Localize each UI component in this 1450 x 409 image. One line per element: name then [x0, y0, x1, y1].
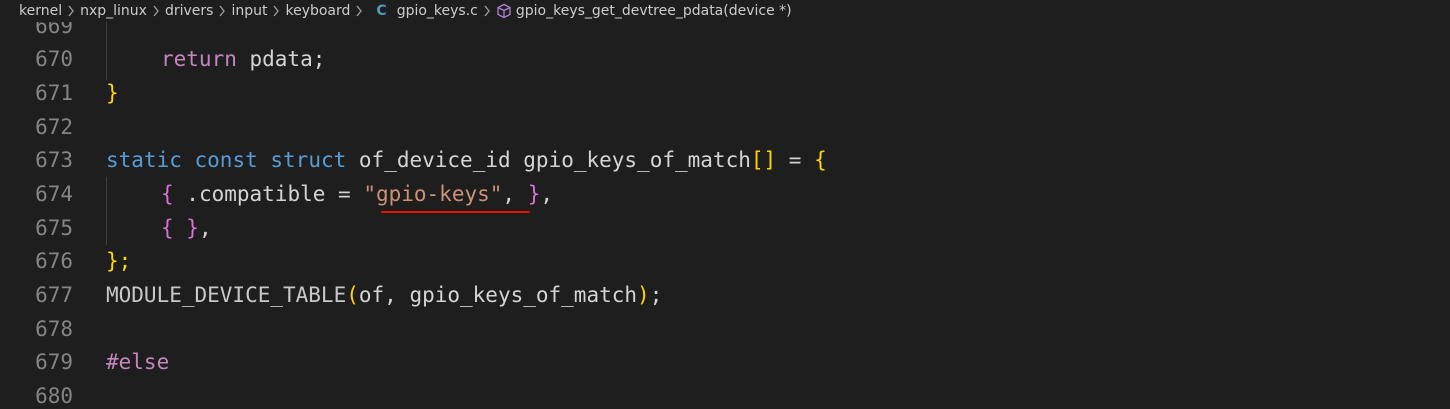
- breadcrumb-item-drivers[interactable]: drivers: [165, 3, 213, 19]
- line-number: 675: [35, 216, 73, 240]
- comma: ,: [502, 182, 528, 206]
- line-number: 676: [35, 249, 73, 273]
- line-number: 674: [35, 182, 73, 206]
- line-number: 678: [35, 317, 73, 341]
- code-line-677[interactable]: 677 MODULE_DEVICE_TABLE(of, gpio_keys_of…: [0, 278, 1450, 312]
- code-text: MODULE_DEVICE_TABLE(of, gpio_keys_of_mat…: [106, 278, 662, 312]
- breadcrumb-item-file[interactable]: gpio_keys.c: [397, 3, 478, 19]
- code-text: { .compatible = "gpio-keys", },: [161, 177, 553, 211]
- code-text: return pdata;: [161, 42, 325, 76]
- code-line-680[interactable]: 680: [0, 379, 1450, 409]
- chevron-right-icon: [67, 5, 75, 17]
- code-line-675[interactable]: 675 { },: [0, 211, 1450, 245]
- line-number: 673: [35, 148, 73, 172]
- keyword-const: const: [194, 148, 258, 172]
- cube-icon: [496, 3, 512, 19]
- opening-brace: {: [814, 148, 827, 172]
- chevron-right-icon: [218, 5, 226, 17]
- code-text: #else: [106, 345, 169, 379]
- code-line-672[interactable]: 672: [0, 110, 1450, 144]
- field-assignment: .compatible =: [173, 182, 364, 206]
- line-number: 670: [35, 47, 73, 71]
- code-line-674[interactable]: 674 { .compatible = "gpio-keys", },: [0, 177, 1450, 211]
- line-number: 672: [35, 115, 73, 139]
- breadcrumb-item-kernel[interactable]: kernel: [19, 3, 62, 19]
- chevron-right-icon: [483, 5, 491, 17]
- keyword-static: static: [106, 148, 182, 172]
- closing-brace: }: [527, 182, 541, 206]
- opening-brace: {: [161, 216, 174, 240]
- open-paren: (: [346, 283, 359, 307]
- keyword-return: return: [161, 47, 237, 71]
- c-file-icon: C: [376, 3, 387, 19]
- code-text: { },: [161, 211, 212, 245]
- preprocessor-directive: #else: [106, 350, 170, 374]
- code-line-676[interactable]: 676 };: [0, 244, 1450, 278]
- editor-window: 669 670 return pdata; 671 } 672 673 stat…: [0, 0, 1450, 409]
- macro-name: MODULE_DEVICE_TABLE: [106, 283, 347, 307]
- code-line-678[interactable]: 678: [0, 312, 1450, 346]
- assign-operator: =: [776, 148, 815, 172]
- chevron-right-icon: [152, 5, 160, 17]
- line-number: 671: [35, 81, 73, 105]
- macro-args: of, gpio_keys_of_match: [358, 283, 638, 307]
- variable-name: gpio_keys_of_match: [523, 148, 751, 172]
- breadcrumb-item-input[interactable]: input: [231, 3, 267, 19]
- code-text: }: [106, 76, 119, 110]
- code-line-679[interactable]: 679 #else: [0, 345, 1450, 379]
- breadcrumb: kernel nxp_linux drivers input keyboard …: [0, 0, 1450, 22]
- opening-brace: {: [161, 182, 174, 206]
- line-number: 677: [35, 283, 73, 307]
- closing-brace: }: [173, 216, 199, 240]
- comma: ,: [540, 182, 553, 206]
- code-text: };: [106, 244, 131, 278]
- closing-brace: }: [106, 81, 119, 105]
- chevron-right-icon: [272, 5, 280, 17]
- close-paren: ): [637, 283, 650, 307]
- array-brackets: []: [750, 148, 777, 172]
- keyword-struct: struct: [270, 148, 347, 172]
- semicolon: ;: [649, 283, 663, 307]
- closing-brace: };: [106, 249, 132, 273]
- code-editor[interactable]: 669 670 return pdata; 671 } 672 673 stat…: [0, 0, 1450, 409]
- code-identifier: pdata;: [236, 47, 326, 71]
- string-literal: "gpio-keys": [363, 182, 503, 206]
- line-number: 679: [35, 350, 73, 374]
- code-line-670[interactable]: 670 return pdata;: [0, 42, 1450, 76]
- comma: ,: [198, 216, 212, 240]
- breadcrumb-item-nxp-linux[interactable]: nxp_linux: [80, 3, 147, 19]
- chevron-right-icon: [355, 5, 363, 17]
- code-text: static const struct of_device_id gpio_ke…: [106, 143, 827, 177]
- line-number: 680: [35, 384, 73, 408]
- breadcrumb-item-keyboard[interactable]: keyboard: [285, 3, 350, 19]
- code-line-671[interactable]: 671 }: [0, 76, 1450, 110]
- breadcrumb-item-symbol[interactable]: gpio_keys_get_devtree_pdata(device *): [516, 3, 792, 19]
- type-name: of_device_id: [358, 148, 511, 172]
- code-line-673[interactable]: 673 static const struct of_device_id gpi…: [0, 143, 1450, 177]
